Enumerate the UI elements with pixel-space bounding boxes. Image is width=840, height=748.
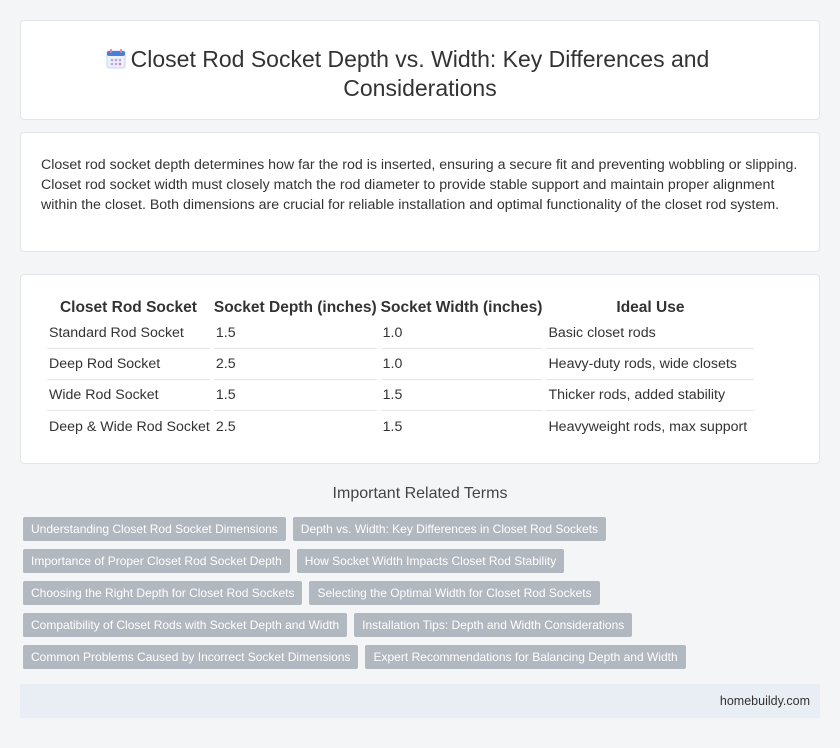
table-cell: Heavyweight rods, max support	[548, 418, 748, 435]
related-terms-list: Understanding Closet Rod Socket Dimensio…	[23, 517, 823, 677]
related-term-tag[interactable]: Installation Tips: Depth and Width Consi…	[354, 613, 633, 637]
table-row: Deep & Wide Rod Socket 2.5 1.5 Heavyweig…	[47, 411, 754, 442]
related-term-tag[interactable]: How Socket Width Impacts Closet Rod Stab…	[296, 549, 565, 573]
table-header-row: Closet Rod Socket Socket Depth (inches) …	[47, 297, 754, 318]
table-cell: Standard Rod Socket	[47, 318, 210, 349]
related-term-tag[interactable]: Compatibility of Closet Rods with Socket…	[23, 613, 348, 637]
table-cell: Deep & Wide Rod Socket	[49, 418, 210, 435]
related-term-tag[interactable]: Choosing the Right Depth for Closet Rod …	[23, 581, 303, 605]
table-cell: 1.5	[213, 380, 377, 411]
comparison-table: Closet Rod Socket Socket Depth (inches) …	[43, 297, 758, 442]
related-term-tag[interactable]: Depth vs. Width: Key Differences in Clos…	[292, 517, 607, 541]
footer: homebuildy.com	[20, 684, 820, 718]
table-card: Closet Rod Socket Socket Depth (inches) …	[20, 274, 820, 464]
table-cell: Basic closet rods	[546, 318, 755, 349]
table-cell: Deep Rod Socket	[47, 349, 210, 380]
table-cell: 1.0	[380, 318, 543, 349]
table-cell: 1.0	[380, 349, 543, 380]
table-cell: 2.5	[213, 349, 377, 380]
table-cell: Thicker rods, added stability	[546, 380, 755, 411]
table-cell: 1.5	[380, 380, 543, 411]
table-cell: 1.5	[213, 318, 377, 349]
column-header: Closet Rod Socket	[59, 298, 197, 316]
table-row: Deep Rod Socket 2.5 1.0 Heavy-duty rods,…	[47, 349, 755, 380]
table-row: Standard Rod Socket 1.5 1.0 Basic closet…	[47, 318, 755, 349]
page-title: Closet Rod Socket Depth vs. Width: Key D…	[130, 46, 710, 101]
intro-card: Closet rod socket depth determines how f…	[20, 132, 820, 252]
table-row: Wide Rod Socket 1.5 1.5 Thicker rods, ad…	[47, 380, 755, 411]
intro-paragraph: Closet rod socket depth determines how f…	[41, 157, 798, 213]
related-term-tag[interactable]: Expert Recommendations for Balancing Dep…	[365, 645, 686, 669]
related-terms-heading: Important Related Terms	[332, 485, 508, 502]
related-term-tag[interactable]: Common Problems Caused by Incorrect Sock…	[23, 645, 359, 669]
related-term-tag[interactable]: Importance of Proper Closet Rod Socket D…	[23, 549, 290, 573]
column-header: Socket Width (inches)	[380, 298, 543, 316]
table-cell: Heavy-duty rods, wide closets	[546, 349, 755, 380]
footer-site-link[interactable]: homebuildy.com	[720, 694, 810, 708]
related-term-tag[interactable]: Selecting the Optimal Width for Closet R…	[309, 581, 600, 605]
table-cell: Wide Rod Socket	[47, 380, 210, 411]
table-cell: 2.5	[215, 418, 236, 435]
related-term-tag[interactable]: Understanding Closet Rod Socket Dimensio…	[23, 517, 286, 541]
column-header: Ideal Use	[616, 298, 685, 316]
table-cell: 1.5	[382, 418, 403, 435]
column-header: Socket Depth (inches)	[213, 298, 377, 316]
title-card: Closet Rod Socket Depth vs. Width: Key D…	[20, 20, 820, 120]
